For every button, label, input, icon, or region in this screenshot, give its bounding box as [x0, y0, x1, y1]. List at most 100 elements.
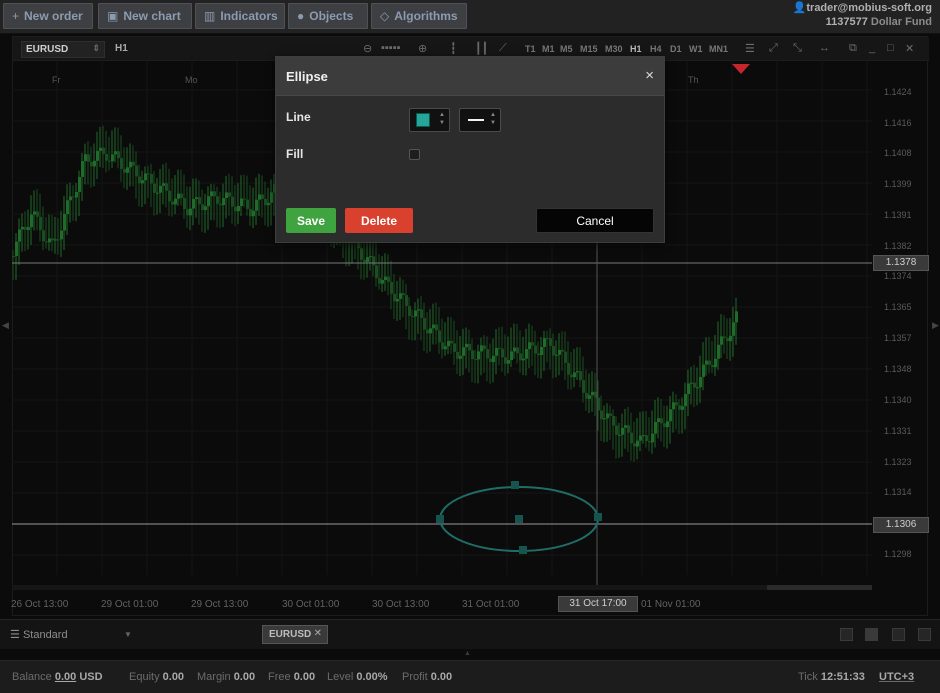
candle-body [147, 173, 150, 175]
fit-icon[interactable]: ⤢ [769, 42, 778, 55]
timeframe-d1[interactable]: D1 [670, 44, 682, 54]
candle-body [240, 198, 243, 206]
candle-body [171, 201, 174, 205]
candle-body [588, 395, 591, 399]
candle-body [135, 165, 138, 177]
layout-single-icon[interactable] [840, 628, 853, 641]
candle-body [174, 198, 177, 205]
candle-body [615, 425, 618, 435]
candle-body [126, 167, 129, 173]
free-status: Free 0.00 [268, 671, 316, 683]
maximize-icon[interactable]: □ [887, 42, 894, 54]
zoom-slider[interactable]: ▪▪▪▪▪ [381, 42, 401, 54]
candle-body [36, 211, 39, 217]
candle-body [444, 346, 447, 350]
candle-body [651, 433, 654, 443]
crosshair-price-label: 1.1378 [873, 255, 929, 271]
indicator-list-icon[interactable]: ☰ [745, 42, 755, 55]
line-style-picker[interactable]: ▲ ▼ [459, 108, 501, 132]
candle-body [447, 340, 450, 347]
cancel-button[interactable]: Cancel [536, 208, 654, 233]
candle-body [237, 205, 240, 212]
candle-body [192, 198, 195, 209]
timeframe-m15[interactable]: M15 [580, 44, 598, 54]
chevron-down-icon[interactable]: ▼ [124, 630, 132, 639]
algorithms-button[interactable]: ◇ Algorithms [371, 3, 467, 29]
candle-body [96, 150, 99, 161]
tab-eurusd[interactable]: EURUSD ✕ [262, 625, 328, 644]
layout-select[interactable]: ☰ Standard [10, 628, 68, 641]
symbol-select[interactable]: EURUSD ⇕ [21, 41, 105, 58]
ellipse-handle [515, 515, 523, 523]
fullscreen-icon[interactable]: ⤡ [793, 42, 802, 55]
timeframe-h1[interactable]: H1 [630, 44, 642, 54]
crosshair-time-label: 31 Oct 17:00 [558, 596, 638, 612]
candle-body [699, 376, 702, 388]
account-user: trader@mobius-soft.org [806, 2, 932, 14]
candle-body [567, 362, 570, 375]
candle-body [717, 344, 720, 359]
candle-body [558, 349, 561, 355]
timeframe-w1[interactable]: W1 [689, 44, 703, 54]
objects-button[interactable]: ● Objects [288, 3, 368, 29]
detach-icon[interactable]: ⧉ [849, 42, 857, 55]
timeframe-m1[interactable]: M1 [542, 44, 555, 54]
candle-body [501, 348, 504, 358]
right-arrow-icon[interactable]: ▶ [932, 320, 939, 331]
scroll-arrows-icon[interactable]: ↔ [819, 42, 830, 54]
candle-body [495, 347, 498, 356]
candle-body [405, 295, 408, 306]
updown-icon: ⇕ [92, 43, 100, 53]
candle-body [375, 265, 378, 279]
zoom-in-icon[interactable]: ⊕ [418, 42, 427, 55]
timeframe-t1[interactable]: T1 [525, 44, 536, 54]
bars-icon[interactable]: ┃┃ [475, 42, 488, 55]
candle-body [114, 151, 117, 155]
candle-body [657, 418, 660, 423]
candle-body [189, 208, 192, 216]
candle-body [474, 359, 477, 361]
line-color-picker[interactable]: ▲ ▼ [409, 108, 450, 132]
line-chart-icon[interactable]: ⟋ [499, 42, 507, 55]
new-order-button[interactable]: + New order [3, 3, 93, 29]
price-tick-label: 1.1416 [884, 118, 912, 128]
chart-window-icon: ▣ [107, 9, 119, 23]
save-button[interactable]: Save [286, 208, 336, 233]
indicators-button[interactable]: ▥ Indicators [195, 3, 285, 29]
fill-checkbox[interactable] [409, 149, 420, 160]
layout-grid-icon[interactable] [865, 628, 878, 641]
layout-rows-icon[interactable] [918, 628, 931, 641]
color-swatch [416, 113, 430, 127]
top-toolbar: + New order ▣ New chart ▥ Indicators ● Objec… [0, 0, 940, 34]
candle-body [102, 147, 105, 154]
expand-panel-icon[interactable]: ▲ [464, 650, 471, 657]
candle-body [519, 353, 522, 361]
price-tick-label: 1.1298 [884, 549, 912, 559]
candle-body [735, 311, 738, 323]
left-arrow-icon[interactable]: ◀ [2, 320, 9, 331]
layout-columns-icon[interactable] [892, 628, 905, 641]
candle-body [723, 336, 726, 338]
timeframe-h4[interactable]: H4 [650, 44, 662, 54]
minimize-icon[interactable]: _ [869, 42, 875, 54]
profit-status: Profit 0.00 [402, 671, 453, 683]
delete-button[interactable]: Delete [345, 208, 413, 233]
candle-body [30, 214, 33, 228]
timeframe-m5[interactable]: M5 [560, 44, 573, 54]
timeframe-mn1[interactable]: MN1 [709, 44, 728, 54]
account-info[interactable]: 👤trader@mobius-soft.org 1137577 Dollar F… [793, 1, 932, 29]
close-chart-icon[interactable]: ✕ [905, 42, 914, 55]
close-tab-icon[interactable]: ✕ [314, 628, 322, 639]
candle-body [471, 350, 474, 360]
candle-body [231, 196, 234, 207]
candle-body [60, 230, 63, 240]
candle-body [150, 173, 153, 184]
timeframe-m30[interactable]: M30 [605, 44, 623, 54]
candle-body [84, 154, 87, 162]
margin-status: Margin 0.00 [197, 671, 256, 683]
candle-icon[interactable]: ┇ [450, 42, 457, 55]
new-chart-button[interactable]: ▣ New chart [98, 3, 192, 29]
timezone[interactable]: UTC+3 [879, 671, 914, 683]
zoom-out-icon[interactable]: ⊖ [363, 42, 372, 55]
close-icon[interactable]: × [645, 67, 654, 84]
